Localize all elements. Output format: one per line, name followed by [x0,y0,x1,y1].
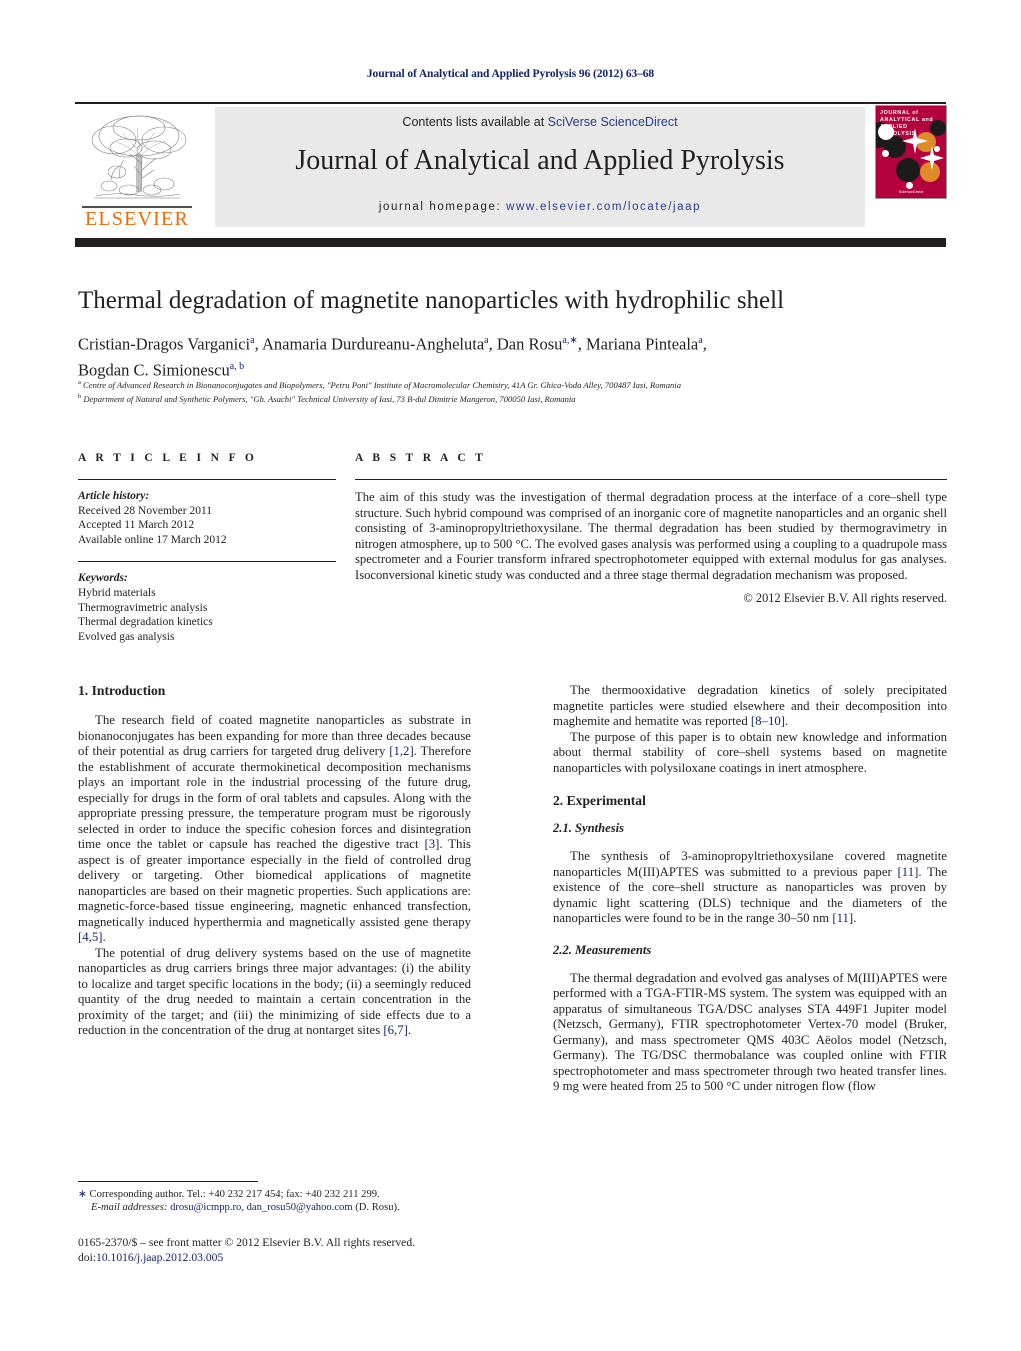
author-line-1: Cristian-Dragos Varganicia, Anamaria Dur… [78,334,707,354]
page-title: Thermal degradation of magnetite nanopar… [78,287,785,314]
cover-title-line-2: ANALYTICAL and [880,117,934,123]
article-history-item: Accepted 11 March 2012 [78,519,195,532]
subsection-heading-synthesis: 2.1. Synthesis [553,821,625,835]
tree-svg [91,115,187,199]
article-info-column: A R T I C L E I N F O Article history: R… [78,452,336,644]
journal-header: ELSEVIER Contents lists available at Sci… [75,102,947,234]
article-info-heading: A R T I C L E I N F O [78,452,258,464]
doi-line: doi:10.1016/j.jaap.2012.03.005 [78,1251,508,1266]
doi-label: doi: [78,1250,97,1264]
paragraph: The potential of drug delivery systems b… [78,945,471,1038]
affiliation-b: b Department of Natural and Synthetic Po… [78,393,576,405]
keywords-rule [78,561,336,563]
keywords-label: Keywords: [78,572,128,585]
abstract-copyright: © 2012 Elsevier B.V. All rights reserved… [743,590,947,605]
cover-title-line-3: APPLIED PYROLYSIS [880,124,916,137]
email-link-2[interactable]: dan_rosu50@yahoo.com [247,1202,353,1213]
cover-footer: ScienceDirect [898,189,924,194]
affiliation-a: a Centre of Advanced Research in Bionano… [78,379,681,390]
keyword-item: Evolved gas analysis [78,630,175,643]
keywords-block: Keywords: Hybrid materials Thermogravime… [78,571,336,644]
article-info-rule [78,479,336,480]
header-thick-divider [75,238,946,247]
abstract-column: A B S T R A C T The aim of this study wa… [355,452,947,606]
cover-title: JOURNAL of ANALYTICAL and APPLIED PYROLY… [880,110,942,138]
keyword-item: Thermogravimetric analysis [78,601,208,614]
elsevier-logo: ELSEVIER [78,108,196,232]
paper-page: Journal of Analytical and Applied Pyroly… [0,0,1021,1351]
running-head: Journal of Analytical and Applied Pyroly… [366,68,655,80]
issn-line: 0165-2370/$ – see front matter © 2012 El… [78,1236,416,1249]
abstract-heading: A B S T R A C T [355,452,487,464]
paragraph: The thermooxidative degradation kinetics… [553,683,947,728]
journal-homepage-line: journal homepage: www.elsevier.com/locat… [215,201,865,213]
section-heading-introduction: 1. Introduction [78,683,166,698]
keyword-item: Thermal degradation kinetics [78,616,213,629]
journal-cover-thumbnail: JOURNAL of ANALYTICAL and APPLIED PYROLY… [875,105,947,199]
article-history-item: Received 28 November 2011 [78,504,213,517]
article-history-label: Article history: [78,490,150,502]
article-history-block: Article history: Received 28 November 20… [78,489,336,547]
author-list: Cristian-Dragos Varganicia, Anamaria Dur… [78,330,953,381]
article-history-item: Available online 17 March 2012 [78,533,227,546]
cover-shape [882,150,889,157]
paragraph: The thermal degradation and evolved gas … [553,970,947,1094]
cover-title-line-1: JOURNAL of [880,110,919,116]
email-label: E-mail addresses: [91,1202,168,1214]
elsevier-tree-icon [84,110,190,204]
header-top-rule [75,102,946,104]
email-suffix: (D. Rosu). [355,1202,400,1214]
journal-homepage-link[interactable]: www.elsevier.com/locate/jaap [506,201,701,213]
subsection-heading-measurements: 2.2. Measurements [553,942,652,957]
issn-copyright-block: 0165-2370/$ – see front matter © 2012 El… [78,1236,508,1265]
body-column-left: 1. Introduction The research field of co… [78,683,471,1039]
section-heading-experimental: 2. Experimental [553,793,646,808]
cover-shape [896,158,920,182]
cover-star-icon [920,146,944,170]
paragraph: The synthesis of 3-aminopropyltriethoxys… [553,849,948,925]
affiliations: a Centre of Advanced Research in Bionano… [78,377,958,406]
abstract-text: The aim of this study was the investigat… [355,490,947,582]
contents-panel: Contents lists available at SciVerse Sci… [215,107,865,227]
elsevier-wordmark: ELSEVIER [84,208,190,230]
email-line: E-mail addresses: drosu@icmpp.ro, dan_ro… [91,1202,400,1214]
paragraph: The purpose of this paper is to obtain n… [553,729,947,775]
body-column-right: The thermooxidative degradation kinetics… [553,683,947,1095]
keyword-item: Hybrid materials [78,586,156,599]
homepage-prefix: journal homepage: [378,201,507,213]
contents-available-line: Contents lists available at SciVerse Sci… [215,115,865,129]
sciencedirect-link[interactable]: SciVerse ScienceDirect [548,115,678,129]
abstract-rule [355,479,947,480]
paragraph: The research field of coated magnetite n… [78,713,471,944]
cover-shape [906,182,913,189]
footnote-rule [78,1181,258,1182]
journal-title: Journal of Analytical and Applied Pyroly… [295,145,785,176]
doi-link[interactable]: 10.1016/j.jaap.2012.03.005 [96,1251,223,1264]
corresponding-author-note: ∗ Corresponding author. Tel.: +40 232 21… [78,1188,478,1214]
corresponding-line: ∗ Corresponding author. Tel.: +40 232 21… [78,1189,380,1200]
email-link-1[interactable]: drosu@icmpp.ro [170,1202,241,1213]
contents-prefix: Contents lists available at [402,115,548,129]
